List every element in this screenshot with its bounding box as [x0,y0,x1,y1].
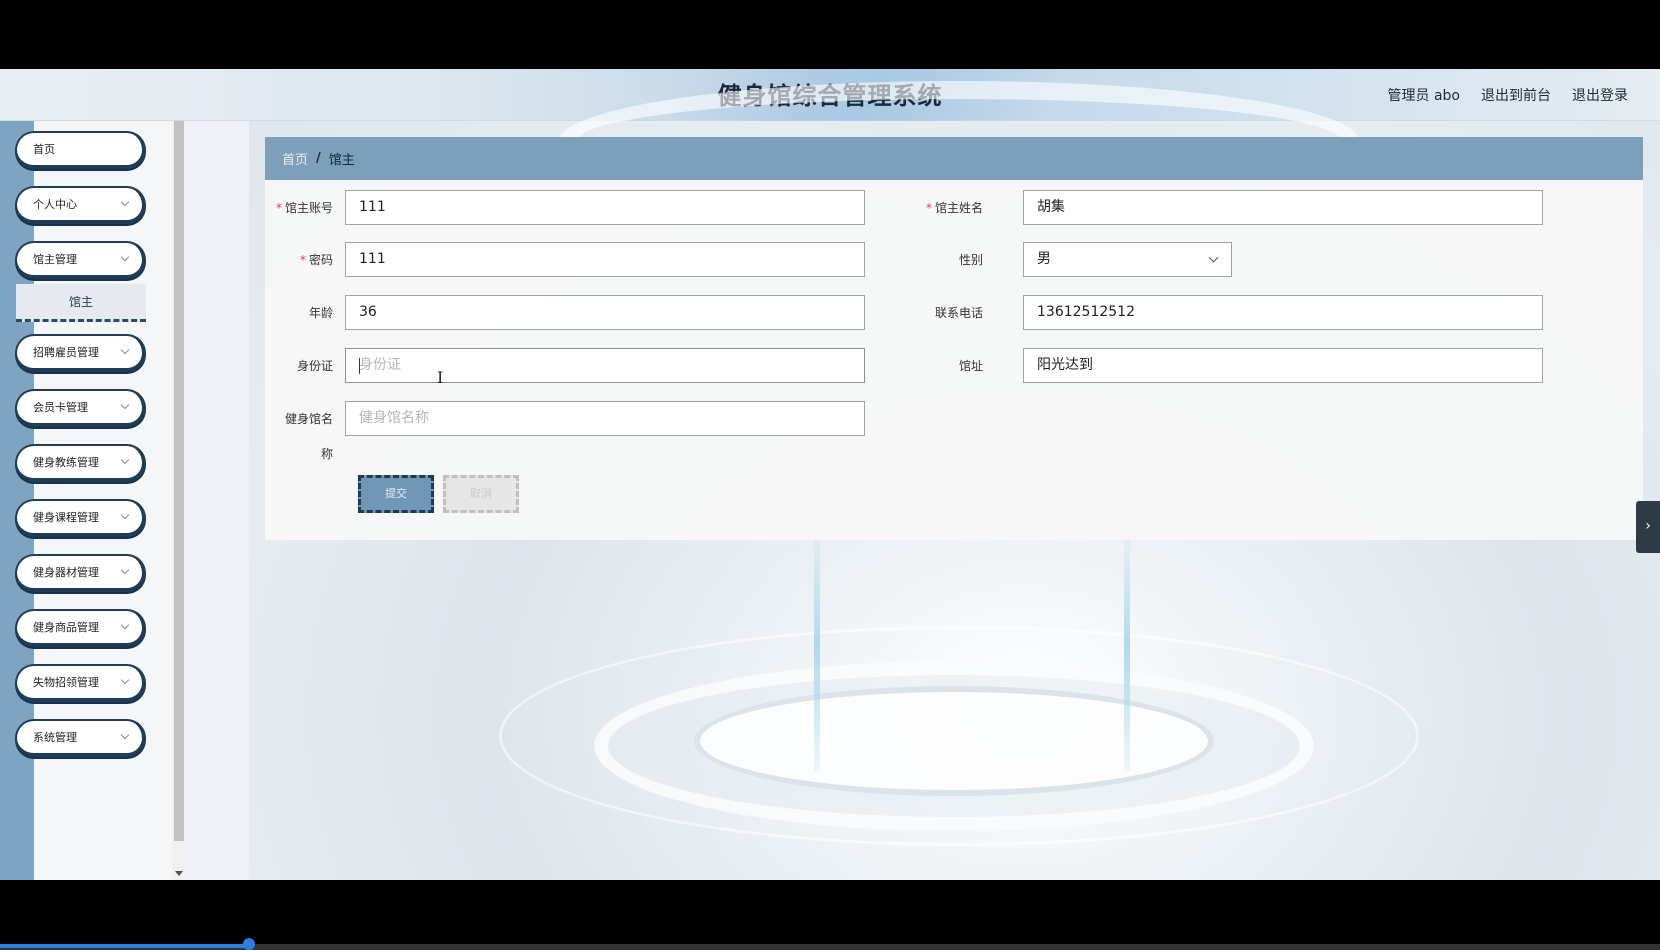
admin-user-label: 管理员 abo [1387,88,1460,104]
sidebar-item-recruitment[interactable]: 招聘雇员管理 [15,334,146,372]
account-input[interactable]: 111 [345,190,865,225]
chevron-down-icon [120,620,130,630]
sidebar-item-personal-center[interactable]: 个人中心 [15,186,146,224]
gym-name-label-wrap: 称 [320,447,333,461]
sidebar-item-system[interactable]: 系统管理 [15,719,146,757]
sidebar-item-label: 健身教练管理 [33,456,99,469]
required-mark: * [299,253,306,267]
gym-name-label: 健身馆名 [284,412,333,426]
age-label: 年龄 [308,306,333,320]
account-label: * 馆主账号 [275,201,333,215]
chevron-down-icon [120,400,130,410]
sidebar-item-equipment[interactable]: 健身器材管理 [15,554,146,592]
sidebar-item-products[interactable]: 健身商品管理 [15,609,146,647]
address-input[interactable]: 阳光达到 [1023,348,1543,383]
video-progress-fill [0,944,248,948]
background-pillar [1124,521,1130,771]
chevron-down-icon [1208,252,1219,263]
owner-form: * 馆主账号 111 * 密码 111 年龄 36 身份证 身份证 I 健身馆名 称… [265,180,1643,540]
main-content: 首页 / 馆主 * 馆主账号 111 * 密码 111 年龄 36 身份证 身份证 … [249,81,1660,880]
required-mark: * [925,201,932,215]
header-actions: 管理员 abo 退出到前台 退出登录 [1388,69,1628,121]
sidebar-item-coach[interactable]: 健身教练管理 [15,444,146,482]
app-window: 健身馆综合管理系统 管理员 abo 退出到前台 退出登录 首页 个人中心 馆主管… [0,69,1660,880]
scrollbar-thumb[interactable] [174,121,184,841]
cancel-button[interactable]: 取消 [443,475,519,513]
sidebar-item-label: 会员卡管理 [33,401,88,414]
gym-name-input[interactable]: 健身馆名称 [345,401,865,436]
submenu-item-owner[interactable]: 馆主 [16,284,146,322]
gender-selected-value: 男 [1037,251,1051,267]
chevron-right-icon[interactable]: › [1636,501,1660,553]
chevron-down-icon [120,197,130,207]
sidebar-item-label: 失物招领管理 [33,676,99,689]
password-input[interactable]: 111 [345,242,865,277]
sidebar: 首页 个人中心 馆主管理 馆主 招聘雇员管理 会员卡管理 健身教练管理 健身课程… [0,121,186,880]
sidebar-item-label: 健身商品管理 [33,621,99,634]
scroll-down-arrow-icon[interactable] [175,871,183,876]
id-card-label: 身份证 [296,359,333,373]
sidebar-item-course[interactable]: 健身课程管理 [15,499,146,537]
breadcrumb-separator: / [316,151,321,166]
sidebar-item-label: 招聘雇员管理 [33,346,99,359]
age-input[interactable]: 36 [345,295,865,330]
breadcrumb-home-link[interactable]: 首页 [282,149,308,168]
id-card-placeholder: 身份证 [359,357,401,373]
submit-button[interactable]: 提交 [358,475,434,513]
logout-link[interactable]: 退出登录 [1572,85,1628,105]
chevron-down-icon [120,675,130,685]
sidebar-scrollbar[interactable] [173,121,185,880]
chevron-down-icon [120,252,130,262]
chevron-down-icon [120,455,130,465]
chevron-down-icon [120,510,130,520]
sidebar-item-label: 馆主管理 [33,253,77,266]
text-caret [359,358,360,374]
background-stage-inner [694,686,1214,796]
required-mark: * [275,201,282,215]
background-pillar [814,521,820,771]
phone-label: 联系电话 [934,306,983,320]
chevron-down-icon [120,565,130,575]
breadcrumb-current: 馆主 [328,153,355,168]
gender-label: 性别 [958,253,983,267]
exit-to-frontend-link[interactable]: 退出到前台 [1481,85,1551,105]
breadcrumb: 首页 / 馆主 [265,137,1643,180]
id-card-input[interactable]: 身份证 I [345,348,865,387]
owner-name-label: * 馆主姓名 [925,201,983,215]
address-label: 馆址 [958,359,983,373]
owner-name-input[interactable]: 胡集 [1023,190,1543,225]
sidebar-item-label: 健身器材管理 [33,566,99,579]
video-progress-handle[interactable] [243,938,255,950]
sidebar-item-owner-management[interactable]: 馆主管理 [15,241,146,279]
chevron-down-icon [120,730,130,740]
sidebar-item-label: 个人中心 [33,198,77,211]
sidebar-item-label: 系统管理 [33,731,77,744]
sidebar-item-membership-card[interactable]: 会员卡管理 [15,389,146,427]
sidebar-item-home[interactable]: 首页 [15,131,146,169]
sidebar-item-label: 首页 [33,143,55,156]
phone-input[interactable]: 13612512512 [1023,295,1543,330]
sidebar-item-lost-found[interactable]: 失物招领管理 [15,664,146,702]
password-label: * 密码 [299,253,333,267]
ibeam-cursor-icon: I [437,368,444,387]
gender-select[interactable]: 男 [1023,242,1232,277]
sidebar-item-label: 健身课程管理 [33,511,99,524]
chevron-down-icon [120,345,130,355]
